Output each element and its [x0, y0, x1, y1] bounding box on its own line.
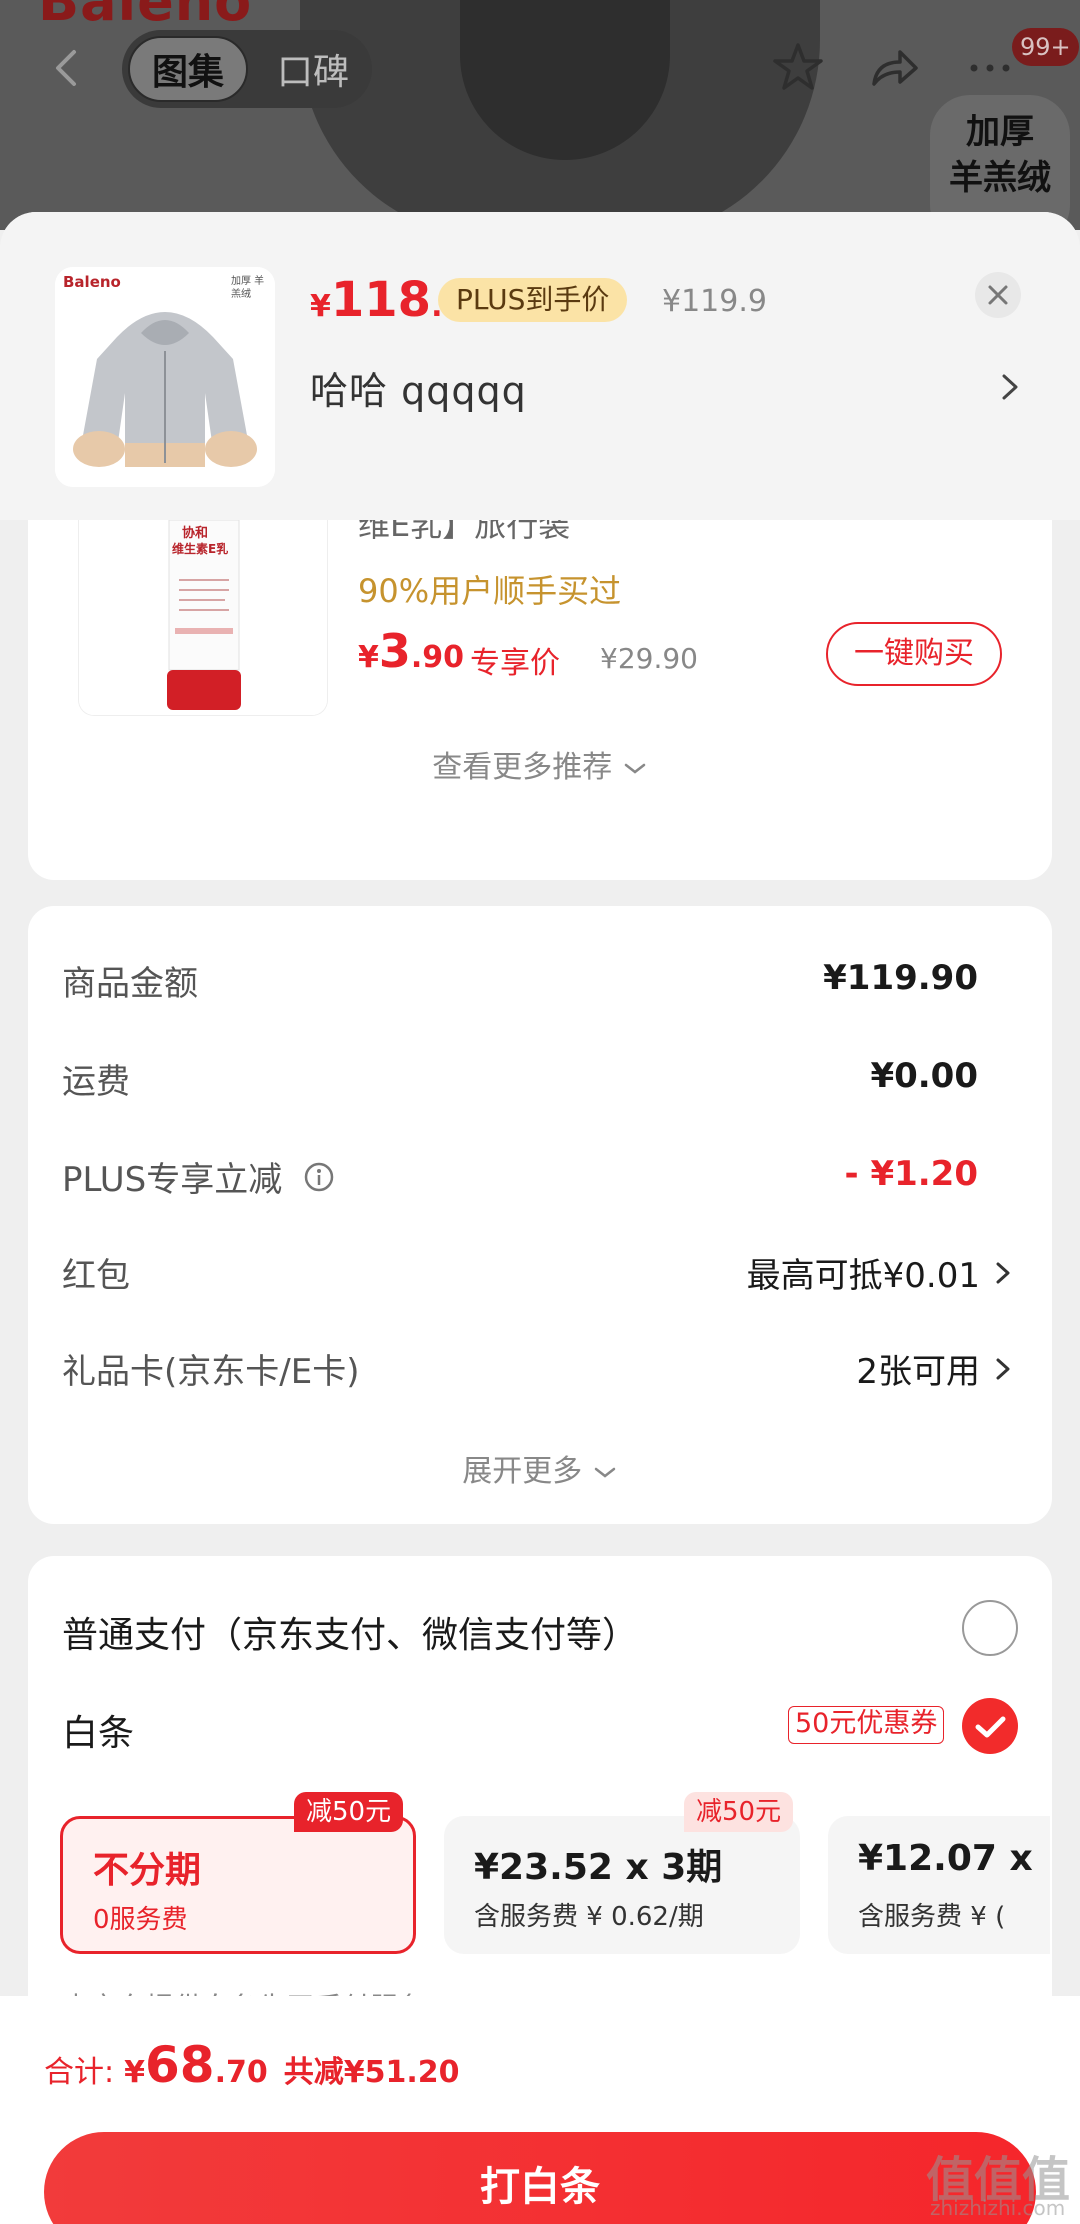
hongbao-row[interactable]: 最高可抵¥0.01 [747, 1248, 1012, 1297]
chevron-down-icon [624, 763, 646, 774]
chevron-down-icon [594, 1467, 616, 1478]
checkmark-icon [975, 1716, 1006, 1738]
coupon-tag: 50元优惠券 [788, 1706, 945, 1744]
normal-payment-radio[interactable] [962, 1600, 1018, 1656]
plus-price-tag: PLUS到手价 [438, 278, 628, 322]
recommendation-stat: 90%用户顺手买过 [358, 572, 622, 610]
total-integer: 68 [144, 2036, 215, 2094]
promo-line-2: 羊羔绒 [949, 158, 1051, 198]
tube-brand: 协和 [182, 526, 209, 541]
rec-price-symbol: ¥ [358, 640, 379, 675]
chevron-right-icon [996, 1358, 1010, 1379]
info-icon[interactable] [302, 1160, 336, 1194]
gift-card-value: 2张可用 [856, 1352, 980, 1392]
chevron-right-icon [996, 1262, 1010, 1283]
share-icon[interactable] [866, 40, 922, 96]
price-symbol: ¥ [310, 289, 331, 324]
plan-3-installments[interactable]: ¥23.52 x 3期 含服务费 ¥ 0.62/期 [444, 1816, 800, 1954]
original-price: ¥119.9 [662, 284, 767, 319]
expand-more-label: 展开更多 [462, 1454, 583, 1489]
discount-tag: 减50元 [294, 1792, 404, 1832]
price-integer: 118 [330, 272, 432, 328]
plan-6-installments[interactable]: ¥12.07 x 含服务费 ¥ ( [828, 1816, 1050, 1954]
recommendation-original-price: ¥29.90 [600, 642, 698, 675]
total-symbol: ¥ [124, 2055, 145, 2090]
hongbao-label: 红包 [62, 1256, 130, 1296]
goods-amount-label: 商品金额 [62, 964, 198, 1004]
more-dots-icon[interactable] [962, 40, 1018, 96]
recommendation-price-label: 专享价 [470, 646, 560, 681]
plus-discount-row-label: PLUS专享立减 [62, 1152, 336, 1201]
plan-fee: 0服务费 [93, 1905, 188, 1935]
baitiao-label[interactable]: 白条 [62, 1704, 134, 1756]
selected-sku[interactable]: 哈哈 qqqqq [310, 360, 527, 415]
more-recommendations-link[interactable]: 查看更多推荐 [28, 742, 1052, 786]
close-icon [988, 285, 1008, 305]
baitiao-radio[interactable] [962, 1698, 1018, 1754]
pay-with-baitiao-button[interactable]: 打白条 [44, 2132, 1036, 2224]
promo-line-1: 加厚 [966, 112, 1034, 152]
sheet-product-header: Baleno 加厚 羊羔绒 ¥ 118 .7 PLUS到手价 ¥119.9 哈哈… [0, 212, 1080, 520]
hongbao-value: 最高可抵¥0.01 [746, 1256, 980, 1296]
shipping-label: 运费 [62, 1062, 130, 1102]
total-decimal: .70 [214, 2055, 268, 2090]
close-button[interactable] [975, 272, 1021, 318]
plus-discount-value: - ¥1.20 [844, 1154, 979, 1194]
plan-title: ¥23.52 x 3期 [474, 1847, 723, 1888]
tab-gallery[interactable]: 图集 [128, 36, 248, 102]
gift-card-row[interactable]: 2张可用 [856, 1344, 1012, 1393]
product-thumbnail[interactable]: Baleno 加厚 羊羔绒 [55, 267, 275, 487]
cost-summary-card: 商品金额 ¥119.90 运费 ¥0.00 PLUS专享立减 - ¥1.20 红… [28, 906, 1052, 1524]
checkout-footer: 合计: ¥ 68 .70 共减¥51.20 打白条 [0, 1996, 1080, 2224]
total-label: 合计: [44, 2055, 115, 2090]
recommendation-price: ¥ 3 .90 [358, 624, 464, 678]
gift-card-label: 礼品卡(京东卡/E卡) [62, 1352, 360, 1392]
recommendation-card: 协和 维生素E乳 维E乳】旅行装 90%用户顺手买过 ¥ 3 .90 专享价 ¥… [28, 472, 1052, 880]
plan-fee: 含服务费 ¥ 0.62/期 [474, 1902, 704, 1932]
brand-logo: Baleno [38, 0, 253, 33]
product-page-header: Baleno 图集 口碑 99+ 加厚 羊羔绒 [0, 0, 1080, 230]
plus-discount-label: PLUS专享立减 [62, 1160, 283, 1200]
more-recommendations-label: 查看更多推荐 [432, 750, 613, 785]
expand-more-link[interactable]: 展开更多 [28, 1446, 1052, 1490]
recommendation-thumbnail[interactable]: 协和 维生素E乳 [78, 520, 328, 716]
discount-tag: 减50元 [684, 1792, 794, 1832]
thumbnail-brand: Baleno [63, 273, 121, 291]
installment-plans: 不分期 0服务费 ¥23.52 x 3期 含服务费 ¥ 0.62/期 ¥12.0… [60, 1816, 1050, 1956]
plan-fee: 含服务费 ¥ ( [858, 1902, 1006, 1932]
chevron-right-icon[interactable] [998, 370, 1022, 404]
tube-name: 维生素E乳 [172, 542, 229, 556]
total-saved: 共减¥51.20 [283, 2055, 460, 2090]
checkout-sheet: Baleno 加厚 羊羔绒 ¥ 118 .7 PLUS到手价 ¥119.9 哈哈… [0, 212, 1080, 2224]
plan-title: 不分期 [93, 1850, 202, 1891]
tab-reviews[interactable]: 口碑 [260, 36, 366, 102]
plan-title: ¥12.07 x [858, 1838, 1033, 1879]
promo-badge: 加厚 羊羔绒 [930, 95, 1070, 230]
gallery-review-switch: 图集 口碑 [122, 30, 372, 108]
thumbnail-tag: 加厚 羊羔绒 [231, 276, 265, 300]
message-count-badge: 99+ [1012, 28, 1079, 66]
order-total: 合计: ¥ 68 .70 共减¥51.20 [44, 2036, 460, 2094]
rec-price-decimal: .90 [410, 640, 465, 675]
shipping-value: ¥0.00 [870, 1056, 978, 1096]
normal-payment-label[interactable]: 普通支付（京东支付、微信支付等） [62, 1606, 638, 1658]
one-click-buy-button[interactable]: 一键购买 [826, 622, 1002, 686]
rec-price-integer: 3 [378, 624, 411, 678]
goods-amount-value: ¥119.90 [823, 958, 978, 998]
back-arrow-icon[interactable] [48, 48, 88, 88]
plan-no-installment[interactable]: 不分期 0服务费 [60, 1816, 416, 1954]
star-icon[interactable] [770, 40, 826, 96]
watermark-url: zhizhizhi.com [930, 2196, 1066, 2220]
